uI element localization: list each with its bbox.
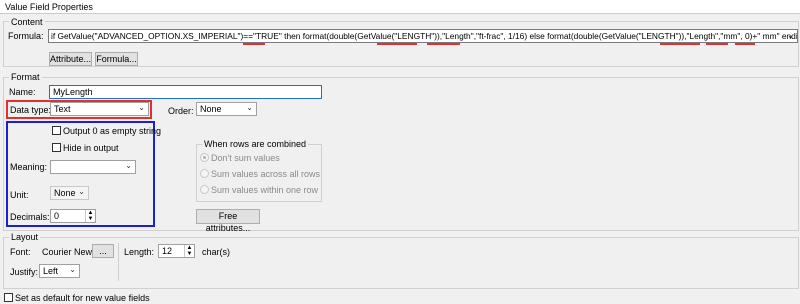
title-bar [0, 0, 800, 13]
format-group-title: Format [9, 72, 42, 82]
chevron-down-icon: ⌄ [138, 103, 145, 112]
unit-value: None [54, 188, 76, 198]
font-browse-button[interactable]: ... [92, 244, 114, 258]
length-value: 12 [162, 246, 173, 256]
formula-part: ", 1/16) else format(double(GetValue("LE… [500, 31, 690, 41]
formula-label: Formula: [8, 31, 44, 41]
red-underline-ft-frac [427, 43, 460, 45]
unit-select[interactable]: None ⌄ [50, 186, 89, 200]
order-value: None [200, 104, 222, 114]
font-value: Courier New [42, 247, 93, 257]
radio-sum-all-rows[interactable] [200, 169, 209, 178]
formula-part-length-1: Length [445, 31, 471, 41]
formula-part-ft-frac: ft-frac [479, 31, 501, 41]
length-spinner[interactable]: 12 ▲ ▼ [158, 244, 195, 258]
length-unit: char(s) [202, 247, 231, 257]
title-divider [0, 13, 800, 14]
window-title: Value Field Properties [5, 2, 93, 12]
chevron-down-icon: ⌄ [78, 187, 85, 196]
hide-in-output-checkbox[interactable] [52, 143, 61, 152]
decimals-value: 0 [54, 211, 60, 221]
decimals-label: Decimals: [10, 212, 50, 222]
layout-divider [118, 243, 119, 281]
formula-dropdown-chevron-icon[interactable]: ⌄ [784, 29, 797, 43]
name-input[interactable]: MyLength [49, 85, 322, 99]
meaning-label: Meaning: [10, 162, 48, 172]
spinner-arrows-icon[interactable]: ▲ ▼ [85, 210, 95, 222]
formula-button[interactable]: Formula... [95, 52, 138, 66]
data-type-label: Data type: [10, 105, 52, 115]
red-underline-mm [706, 43, 728, 45]
name-input-value: MyLength [53, 87, 93, 97]
red-underline-length-2 [660, 43, 700, 45]
data-type-select[interactable]: Text ⌄ [50, 102, 149, 116]
chevron-down-icon: ⌄ [125, 161, 132, 170]
formula-input[interactable]: if GetValue("ADVANCED_OPTION.XS_IMPERIAL… [48, 29, 798, 43]
red-underline-true [243, 43, 265, 45]
red-underline-mm-suffix [735, 43, 755, 45]
spinner-arrows-icon[interactable]: ▲ ▼ [184, 245, 194, 257]
formula-part-mm: mm [723, 31, 738, 41]
formula-part-mm-suffix: mm [760, 31, 777, 41]
order-select[interactable]: None ⌄ [196, 102, 257, 116]
order-label: Order: [168, 106, 194, 116]
chevron-down-icon: ⌄ [69, 265, 76, 274]
red-underline-length-1 [377, 43, 417, 45]
radio-sum-one-row[interactable] [200, 185, 209, 194]
formula-part: then format(double(GetValue("LENGTH"))," [281, 31, 446, 41]
justify-select[interactable]: Left ⌄ [39, 264, 80, 278]
set-default-checkbox[interactable] [4, 293, 13, 302]
decimals-spinner[interactable]: 0 ▲ ▼ [50, 209, 96, 223]
formula-part-true: "TRUE" [253, 31, 282, 41]
meaning-select[interactable]: ⌄ [50, 160, 136, 174]
data-type-value: Text [54, 104, 71, 114]
output-zero-checkbox[interactable] [52, 126, 61, 135]
radio-sum-one-row-label: Sum values within one row [211, 185, 319, 195]
combine-group-title: When rows are combined [202, 139, 309, 149]
free-attributes-button[interactable]: Free attributes... [196, 209, 260, 233]
radio-dont-sum[interactable] [200, 153, 209, 162]
output-zero-label: Output 0 as empty string [63, 126, 162, 136]
layout-group-title: Layout [9, 232, 41, 242]
layout-group [3, 237, 799, 289]
justify-value: Left [43, 266, 59, 276]
name-label: Name: [9, 87, 36, 97]
formula-part-length-2: Length [689, 31, 716, 41]
font-label: Font: [10, 247, 31, 257]
content-group-title: Content [9, 17, 45, 27]
length-label: Length: [124, 247, 155, 257]
attribute-button[interactable]: Attribute... [49, 52, 92, 66]
justify-label: Justify: [10, 267, 39, 277]
set-default-label: Set as default for new value fields [15, 293, 150, 303]
hide-in-output-label: Hide in output [63, 143, 119, 153]
formula-part: ", 0)+" [737, 31, 761, 41]
formula-part: if GetValue("ADVANCED_OPTION.XS_IMPERIAL… [51, 31, 254, 41]
chevron-down-icon: ⌄ [246, 103, 253, 112]
radio-dont-sum-label: Don't sum values [211, 153, 280, 163]
unit-label: Unit: [10, 190, 29, 200]
formula-part: "," [470, 31, 479, 41]
radio-sum-all-rows-label: Sum values across all rows [211, 169, 321, 179]
